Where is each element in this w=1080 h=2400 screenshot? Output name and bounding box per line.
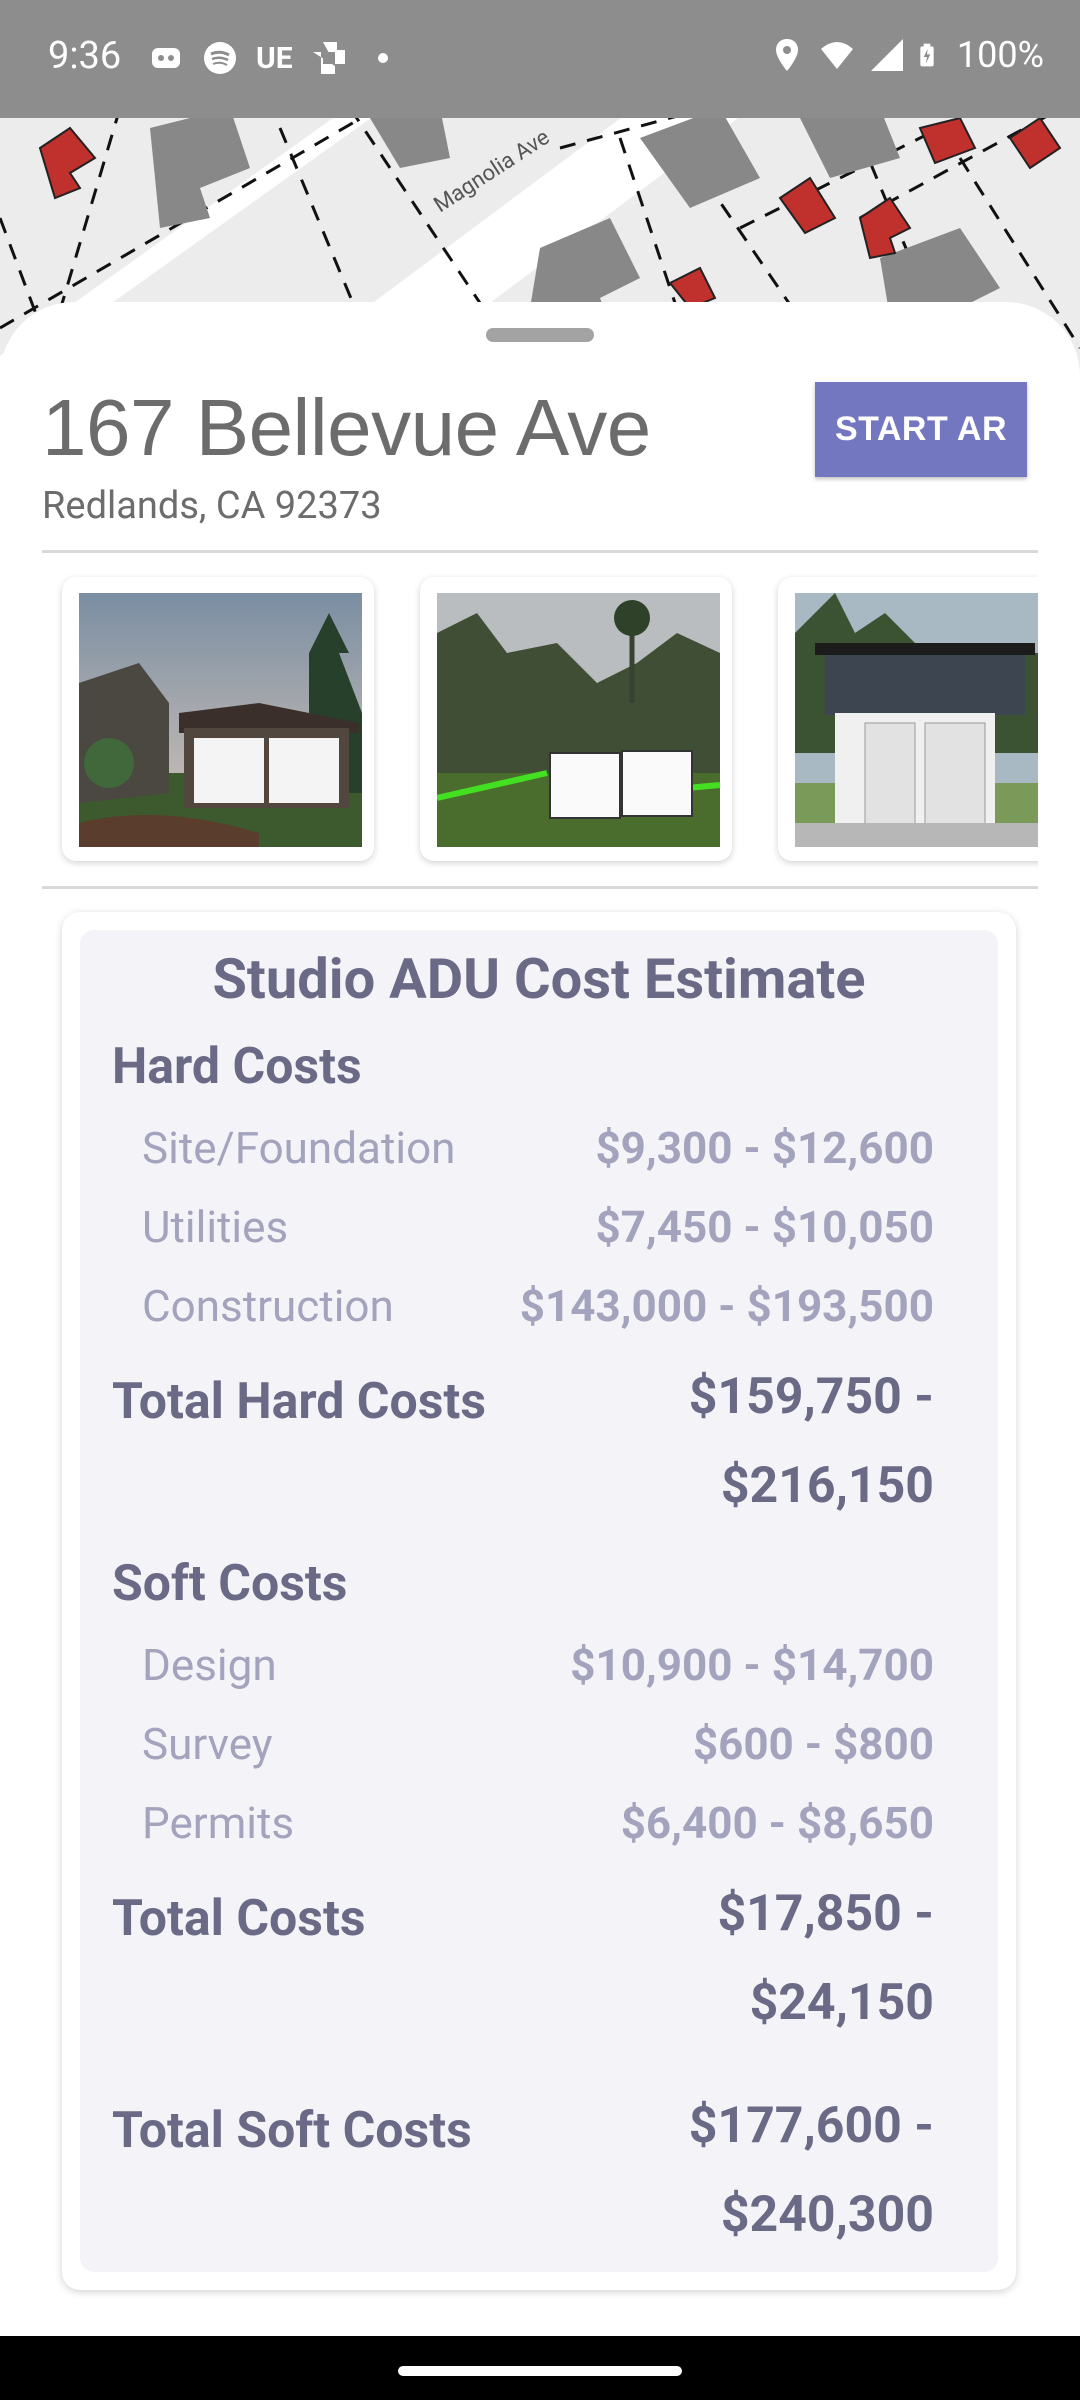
divider (42, 886, 1038, 889)
construction-value: $143,000 - $193,500 (519, 1280, 934, 1332)
total-soft-costs-value-line1: $177,600 - (688, 2097, 934, 2155)
status-bar: 9:36 UE 100% (0, 0, 1080, 118)
permits-label: Permits (142, 1797, 295, 1849)
total-costs-value-line2: $24,150 (749, 1974, 934, 2032)
modern-studio-image (795, 593, 1038, 847)
site-foundation-value: $9,300 - $12,600 (595, 1122, 934, 1174)
battery-charging-icon (920, 43, 934, 67)
total-hard-costs-value-line2: $216,150 (720, 1457, 934, 1515)
total-hard-costs-value: $159,750 - $216,150 (574, 1353, 934, 1531)
status-right: 100% (769, 34, 1044, 76)
location-icon (775, 39, 798, 71)
soft-costs-heading: Soft Costs (112, 1555, 348, 1613)
construction-label: Construction (142, 1280, 394, 1332)
total-soft-costs-value: $177,600 - $240,300 (574, 2082, 934, 2260)
hard-costs-heading: Hard Costs (112, 1038, 362, 1096)
spotify-icon (204, 42, 236, 74)
garage-adu-image (79, 593, 362, 847)
survey-label: Survey (142, 1718, 273, 1770)
home-gesture-handle[interactable] (398, 2366, 682, 2376)
cost-estimate-card: Studio ADU Cost Estimate Hard Costs Site… (62, 912, 1016, 2290)
backyard-ar-image (437, 593, 720, 847)
total-costs-value: $17,850 - $24,150 (574, 1870, 934, 2048)
utilities-value: $7,450 - $10,050 (595, 1201, 934, 1253)
signal-icon (870, 39, 903, 71)
ue-text-icon: UE (256, 40, 293, 76)
total-costs-label: Total Costs (112, 1890, 366, 1948)
wifi-icon (820, 42, 853, 69)
total-costs-value-line1: $17,850 - (717, 1885, 934, 1943)
site-foundation-label: Site/Foundation (142, 1122, 456, 1174)
drag-handle[interactable] (486, 328, 594, 342)
property-city: Redlands, CA 92373 (42, 484, 382, 528)
navigation-bar (0, 2336, 1080, 2400)
dot-icon (377, 53, 388, 63)
estimate-title: Studio ADU Cost Estimate (212, 946, 866, 1012)
gallery-image-garage[interactable] (62, 577, 374, 861)
ai-assistant-icon (152, 48, 180, 68)
total-hard-costs-label: Total Hard Costs (112, 1373, 487, 1431)
battery-percent: 100% (956, 34, 1044, 76)
design-label: Design (142, 1639, 277, 1691)
gallery-image-backyard[interactable] (420, 577, 732, 861)
notification-icons: UE (148, 36, 401, 80)
start-ar-button[interactable]: START AR (815, 382, 1027, 477)
gallery-image-modern-studio[interactable] (778, 577, 1038, 861)
status-time: 9:36 (48, 34, 122, 78)
divider (42, 550, 1038, 553)
chase-icon (312, 42, 345, 74)
permits-value: $6,400 - $8,650 (620, 1797, 934, 1849)
total-soft-costs-label: Total Soft Costs (112, 2102, 472, 2160)
total-hard-costs-value-line1: $159,750 - (688, 1368, 934, 1426)
cost-estimate-panel: Studio ADU Cost Estimate Hard Costs Site… (80, 930, 998, 2272)
property-address: 167 Bellevue Ave (42, 383, 651, 472)
design-value: $10,900 - $14,700 (570, 1639, 934, 1691)
total-soft-costs-value-line2: $240,300 (720, 2186, 934, 2244)
utilities-label: Utilities (142, 1201, 289, 1253)
survey-value: $600 - $800 (692, 1718, 934, 1770)
